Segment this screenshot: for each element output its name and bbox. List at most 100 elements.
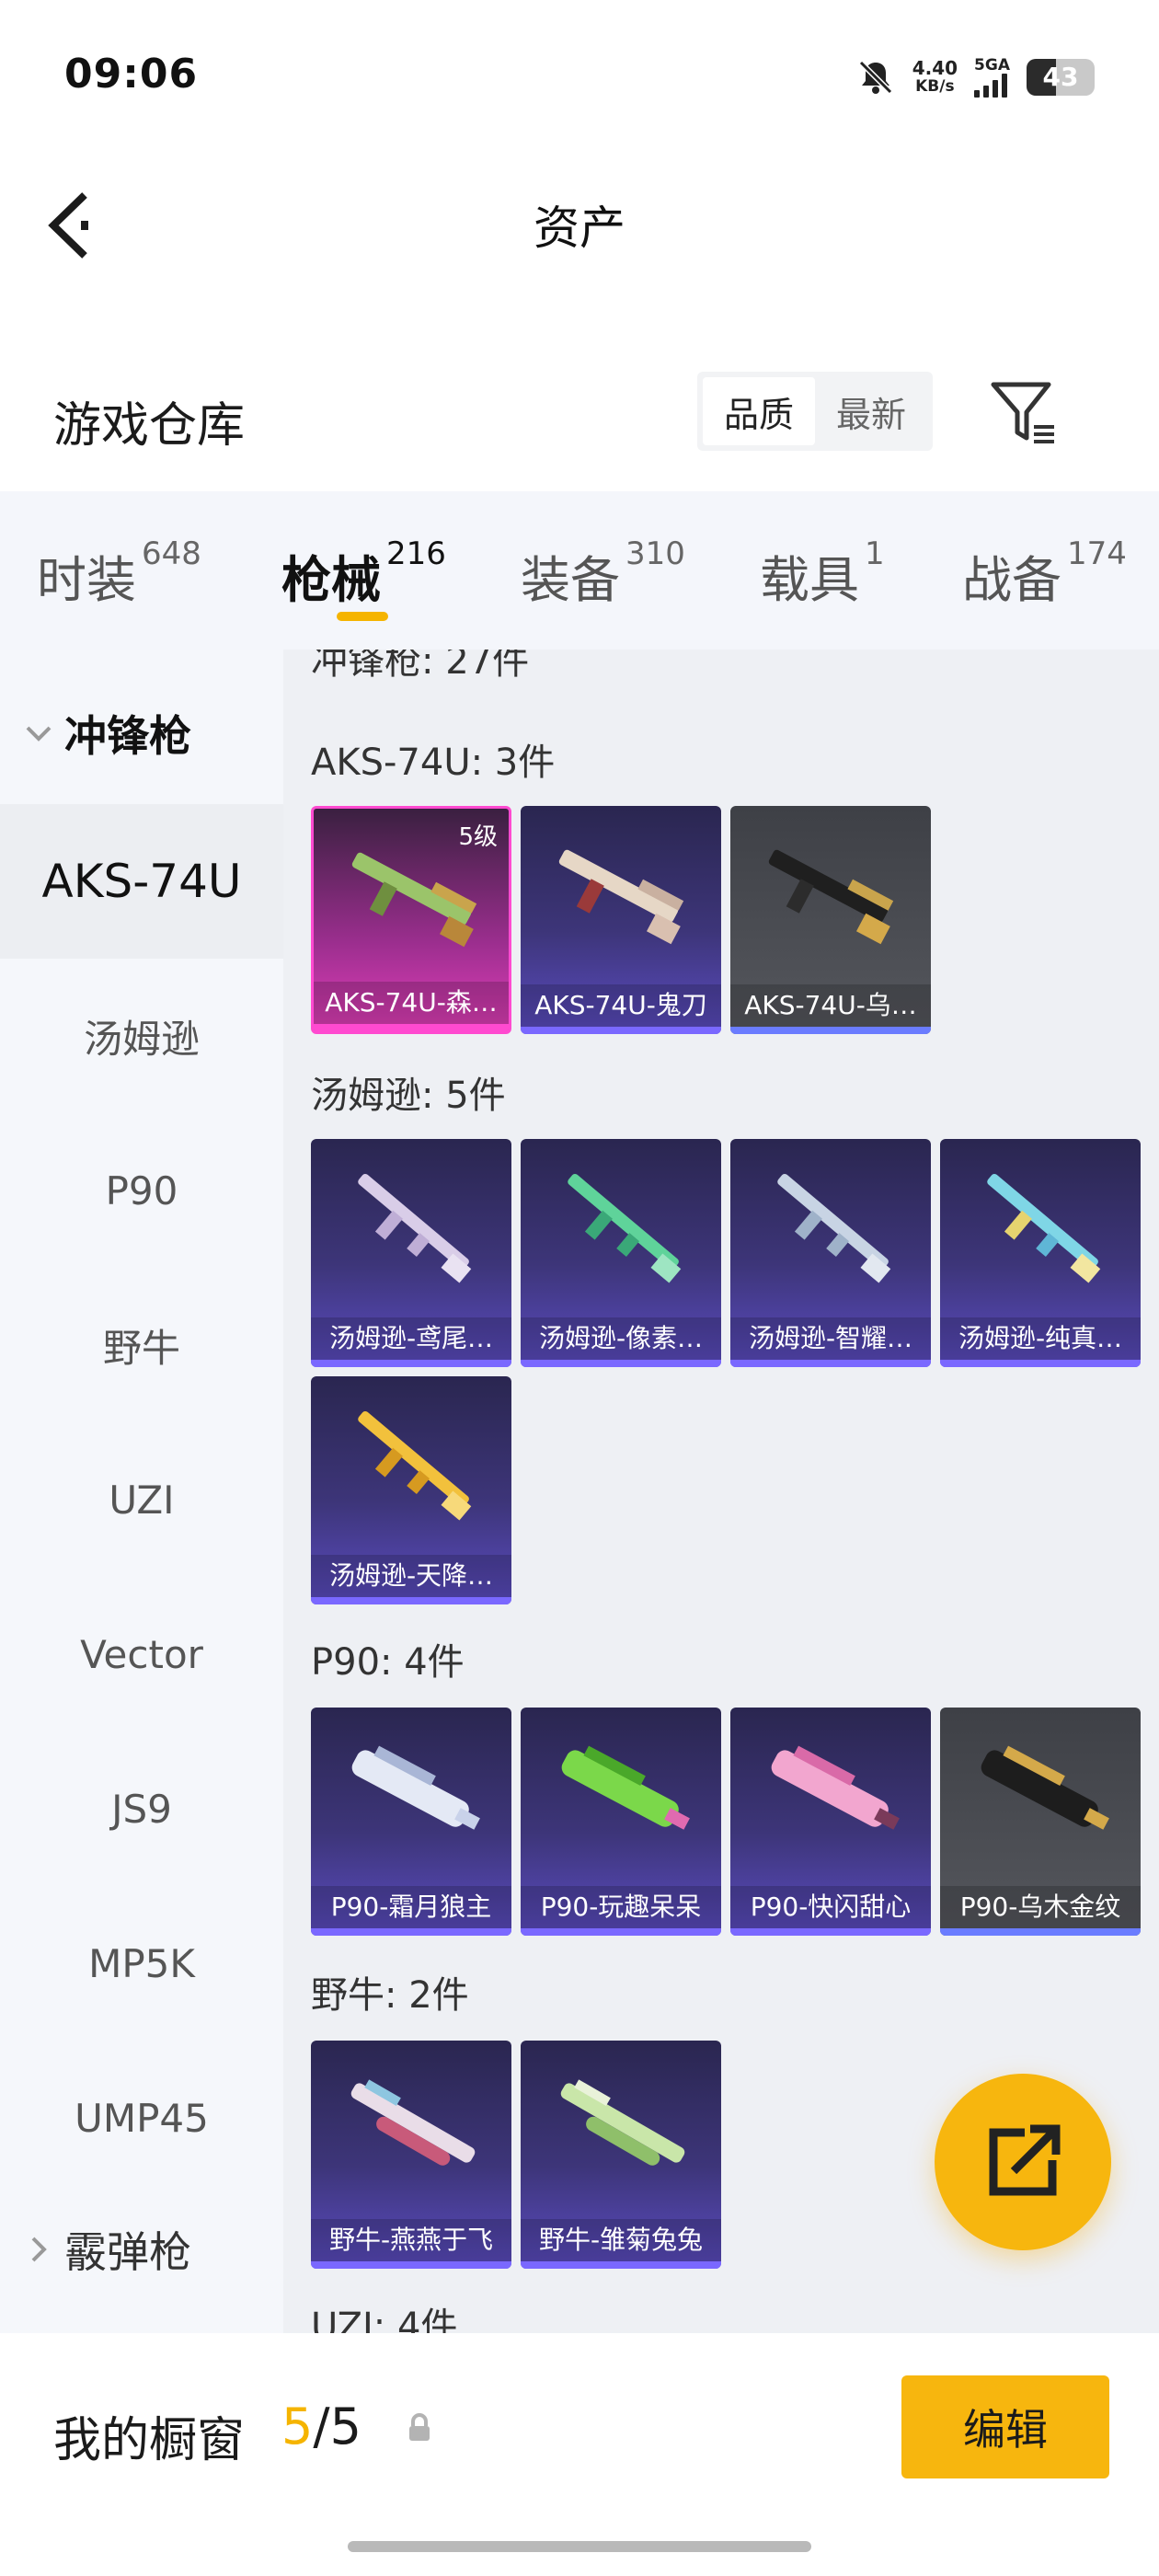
weapon-name: AKS-74U-鬼刀 [521,984,721,1027]
weapon-card[interactable]: 汤姆逊-纯真… [940,1139,1141,1367]
battery-icon: 43 [1027,59,1095,96]
p90-skin-icon [771,1745,900,1830]
tab-guns[interactable]: 枪械 216 [281,535,446,612]
weapon-card[interactable]: 野牛-燕燕于飞 [311,2041,511,2269]
tab-supplies[interactable]: 战备 174 [962,535,1127,612]
net-speed-unit: KB/s [915,77,955,96]
smg-skin-icon [987,1173,1101,1283]
rarity-stripe [521,1360,721,1367]
weapon-card[interactable]: 汤姆逊-天降… [311,1376,511,1604]
rarity-stripe [940,1928,1141,1936]
rarity-stripe [521,2261,721,2269]
category-smg[interactable]: 冲锋枪 [22,703,191,764]
tab-vehicles[interactable]: 载具 1 [760,535,885,612]
tab-label: 枪械 [281,551,381,609]
page-title: 资产 [534,201,625,255]
chevron-down-icon [26,726,52,742]
filter-button[interactable] [984,374,1063,453]
weapon-card[interactable]: 汤姆逊-鸢尾… [311,1139,511,1367]
sort-quality-option[interactable]: 品质 [703,377,815,445]
tab-label: 时装 [37,551,136,609]
sidebar-item-mp5k[interactable]: MP5K [0,1886,283,2041]
smg-skin-icon [358,1410,472,1521]
showcase-current: 5 [281,2398,314,2455]
p90-skin-icon [351,1745,480,1830]
home-indicator [348,2541,811,2552]
sidebar-item-thompson[interactable]: 汤姆逊 [0,959,283,1113]
rarity-stripe [311,1597,511,1604]
status-time: 09:06 [64,51,199,98]
p90-skin-icon [981,1745,1109,1830]
sort-toggle: 品质 最新 [697,372,933,451]
status-icons: 4.40 KB/s 5GA 43 [855,52,1095,103]
rarity-stripe [311,1928,511,1936]
tab-count: 216 [386,535,446,572]
sidebar-item-p90[interactable]: P90 [0,1113,283,1268]
section-title: AKS-74U: 3件 [311,742,556,784]
weapon-card[interactable]: 5级 AKS-74U-森… [311,806,511,1034]
smg-skin-icon [777,1173,891,1283]
category-tabs: 时装 648 枪械 216 装备 310 载具 1 战备 174 [0,491,1159,650]
rifle-skin-icon [768,849,894,945]
sidebar-item-uzi[interactable]: UZI [0,1422,283,1577]
rarity-stripe [730,1027,931,1034]
weapon-card[interactable]: 汤姆逊-像素… [521,1139,721,1367]
rifle-skin-icon [558,849,684,945]
showcase-count: 5/5 [281,2398,361,2455]
category-shotgun[interactable]: 霰弹枪 [22,2219,191,2280]
weapon-card[interactable]: 野牛-雏菊兔兔 [521,2041,721,2269]
weapon-name: P90-玩趣呆呆 [521,1886,721,1928]
weapon-card[interactable]: P90-快闪甜心 [730,1708,931,1936]
smg-skin-icon [568,1173,682,1283]
edit-button[interactable]: 编辑 [901,2375,1109,2478]
weapon-card[interactable]: P90-霜月狼主 [311,1708,511,1936]
weapon-name: 汤姆逊-天降… [311,1555,511,1597]
sidebar-item-aks74u[interactable]: AKS-74U [0,804,283,959]
weapon-card[interactable]: AKS-74U-乌… [730,806,931,1034]
weapon-name: 汤姆逊-像素… [521,1317,721,1360]
weapon-name: 汤姆逊-鸢尾… [311,1317,511,1360]
rarity-stripe [311,2261,511,2269]
signal-icon: 5GA [974,57,1010,98]
weapon-name: AKS-74U-森… [314,982,509,1024]
share-button[interactable] [935,2074,1111,2250]
sidebar-item-vector[interactable]: Vector [0,1577,283,1731]
weapon-name: 汤姆逊-纯真… [940,1317,1141,1360]
weapon-name: P90-霜月狼主 [311,1886,511,1928]
section-title: P90: 4件 [311,1641,465,1684]
tab-outfits[interactable]: 时装 648 [37,535,201,612]
active-tab-indicator [337,612,388,621]
warehouse-title: 游戏仓库 [53,398,246,454]
tab-count: 310 [625,535,685,572]
net-speed-value: 4.40 [912,57,958,79]
sort-newest-option[interactable]: 最新 [815,377,927,445]
lock-icon [405,2412,434,2447]
weapon-card[interactable]: P90-玩趣呆呆 [521,1708,721,1936]
showcase-max: 5 [329,2398,361,2455]
weapon-type-sidebar: 冲锋枪 AKS-74U 汤姆逊 P90 野牛 UZI Vector JS9 MP… [0,650,283,2333]
tab-equipment[interactable]: 装备 310 [521,535,685,612]
weapon-card[interactable]: 汤姆逊-智耀… [730,1139,931,1367]
weapon-name: 野牛-雏菊兔兔 [521,2219,721,2261]
showcase-title: 我的橱窗 [53,2413,246,2468]
weapon-card[interactable]: AKS-74U-鬼刀 [521,806,721,1034]
section-title: UZI: 4件 [311,2306,458,2333]
sidebar-item-js9[interactable]: JS9 [0,1731,283,1886]
weapon-card[interactable]: P90-乌木金纹 [940,1708,1141,1936]
mute-bell-icon [858,60,892,95]
showcase-separator: / [313,2398,330,2455]
bizon-skin-icon [560,2079,685,2166]
weapon-name: P90-快闪甜心 [730,1886,931,1928]
bizon-skin-icon [350,2079,476,2166]
sidebar-item-ump45[interactable]: UMP45 [0,2041,283,2195]
tab-count: 648 [142,535,201,572]
rarity-stripe [730,1360,931,1367]
weapon-name: 野牛-燕燕于飞 [311,2219,511,2261]
tab-label: 装备 [521,551,620,609]
tab-label: 载具 [760,551,859,609]
section-title: 野牛: 2件 [311,1974,469,2017]
category-label: 霰弹枪 [64,2227,191,2277]
rarity-stripe [730,1928,931,1936]
sidebar-item-bizon[interactable]: 野牛 [0,1268,283,1422]
filter-icon [991,382,1054,443]
